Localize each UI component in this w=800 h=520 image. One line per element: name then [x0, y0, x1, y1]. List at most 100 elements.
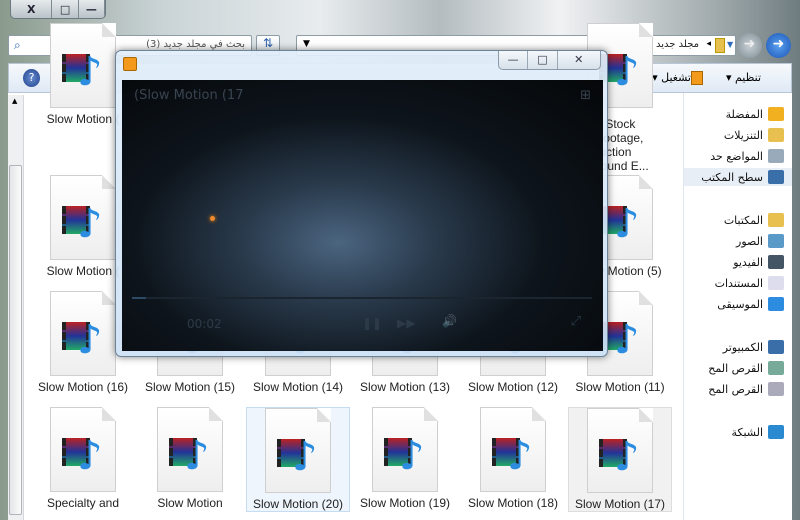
elapsed-time: 00:02	[187, 317, 222, 331]
nav-item[interactable]: الموسيقى	[684, 295, 784, 313]
libraries-icon	[768, 213, 784, 227]
switch-to-library-icon[interactable]: ⊞	[580, 88, 591, 103]
file-label: Slow Motion (19)	[359, 496, 451, 510]
file-label: Slow Motion (17)	[574, 497, 666, 511]
nav-item-label: الفيديو	[733, 255, 763, 269]
file-label: Slow Motion (14)	[252, 380, 344, 394]
file-label: Slow Motion (16)	[37, 380, 129, 394]
minimize-button[interactable]: —	[79, 0, 105, 18]
nav-item[interactable]: الكمبيوتر	[684, 338, 784, 356]
vertical-scrollbar[interactable]: ▲	[8, 95, 24, 520]
forward-button[interactable]: ➜	[737, 33, 762, 58]
music-note-icon: ♪	[399, 433, 425, 479]
maximize-button[interactable]: □	[52, 0, 79, 18]
nav-item[interactable]: الشبكة	[684, 423, 784, 441]
play-icon	[691, 71, 703, 85]
media-player-window: — □ ✕ (Slow Motion (17 ⊞ 00:02 ❚❚ ▶▶ 🔊 ⤢	[115, 50, 608, 357]
video-file-icon: ♪	[50, 407, 116, 492]
nav-item-label: المكتبات	[723, 213, 763, 227]
video-file-icon: ♪	[50, 175, 116, 260]
file-label: Slow Motion (20)	[252, 497, 344, 511]
music-note-icon: ♪	[77, 317, 103, 363]
player-maximize-button[interactable]: □	[528, 51, 558, 69]
seek-progress	[132, 297, 146, 299]
breadcrumb-separator[interactable]: ◂	[706, 39, 711, 49]
file-item[interactable]: ♪ Specialty and	[31, 407, 135, 510]
nav-item[interactable]: القرص المح	[684, 359, 784, 377]
documents-icon	[768, 276, 784, 290]
volume-icon[interactable]: 🔊	[442, 314, 457, 328]
video-file-icon: ♪	[372, 407, 438, 492]
nav-item-label: الشبكة	[731, 425, 763, 439]
scroll-up-arrow[interactable]: ▲	[12, 97, 17, 105]
nav-item-label: القرص المح	[708, 361, 763, 375]
nav-item-label: الموسيقى	[717, 297, 763, 311]
nav-item[interactable]: المستندات	[684, 274, 784, 292]
music-note-icon: ♪	[292, 434, 318, 480]
file-label: Slow Motion (18)	[467, 496, 559, 510]
file-item[interactable]: ♪ Slow Motion (20)	[246, 407, 350, 512]
music-note-icon: ♪	[77, 49, 103, 95]
video-file-icon: ♪	[587, 408, 653, 493]
pictures-icon	[768, 234, 784, 248]
desktop-icon	[768, 170, 784, 184]
music-note-icon: ♪	[184, 433, 210, 479]
back-button[interactable]: ➜	[766, 33, 791, 58]
nav-item[interactable]: التنزيلات	[684, 126, 784, 144]
search-icon: ⌕	[14, 38, 21, 52]
nav-item-label: المواضع حد	[710, 149, 763, 163]
music-note-icon: ♪	[507, 433, 533, 479]
drive-icon	[768, 382, 784, 396]
music-note-icon: ♪	[77, 201, 103, 247]
video-file-icon: ♪	[265, 408, 331, 493]
file-item[interactable]: ♪ Slow Motion (18)	[461, 407, 565, 510]
nav-item[interactable]: الفيديو	[684, 253, 784, 271]
star-icon	[768, 107, 784, 121]
file-item[interactable]: ♪ Slow Motion (19)	[353, 407, 457, 510]
seek-bar[interactable]	[132, 297, 592, 299]
fullscreen-button[interactable]: ⤢	[571, 314, 581, 329]
caption-buttons: X □ —	[10, 0, 106, 19]
music-note-icon: ♪	[614, 317, 640, 363]
address-history-dropdown[interactable]: ▼	[303, 39, 310, 49]
recent-places-icon	[768, 149, 784, 163]
pause-button[interactable]: ❚❚	[362, 316, 382, 330]
video-file-icon: ♪	[480, 407, 546, 492]
file-label: Slow Motion (11)	[575, 380, 665, 394]
folder-icon	[715, 38, 725, 53]
recent-pages-dropdown[interactable]: ▼	[727, 40, 733, 49]
video-icon	[768, 255, 784, 269]
close-button[interactable]: X	[11, 0, 53, 18]
file-label: Slow Motion (13)	[359, 380, 451, 394]
file-label: Slow Motion	[157, 496, 223, 510]
nav-item-label: الكمبيوتر	[722, 340, 763, 354]
file-item[interactable]: ♪ Slow Motion (17)	[568, 407, 672, 512]
video-file-icon: ♪	[157, 407, 223, 492]
file-item[interactable]: ♪ Slow Motion	[138, 407, 242, 510]
music-note-icon: ♪	[614, 49, 640, 95]
nav-item[interactable]: القرص المح	[684, 380, 784, 398]
media-player-icon	[123, 57, 137, 71]
video-area[interactable]: (Slow Motion (17 ⊞ 00:02 ❚❚ ▶▶ 🔊 ⤢	[122, 80, 603, 351]
music-note-icon: ♪	[614, 434, 640, 480]
spark	[210, 216, 215, 221]
nav-item[interactable]: المكتبات	[684, 211, 784, 229]
music-note-icon: ♪	[614, 201, 640, 247]
nav-item[interactable]: المفضلة	[684, 105, 784, 123]
scrollbar-thumb[interactable]	[9, 165, 22, 515]
video-file-icon: ♪	[50, 23, 116, 108]
next-button[interactable]: ▶▶	[397, 316, 415, 330]
nav-item-label: القرص المح	[708, 382, 763, 396]
nav-item[interactable]: الصور	[684, 232, 784, 250]
nav-item-label: التنزيلات	[723, 128, 763, 142]
player-minimize-button[interactable]: —	[499, 51, 529, 69]
nav-item-label: سطح المكتب	[701, 170, 763, 184]
player-close-button[interactable]: ✕	[558, 51, 600, 69]
nav-item-label: المستندات	[714, 276, 763, 290]
video-file-icon: ♪	[50, 291, 116, 376]
organize-menu[interactable]: تنظيم ▾	[726, 71, 761, 84]
nav-item[interactable]: المواضع حد	[684, 147, 784, 165]
nav-item[interactable]: سطح المكتب	[684, 168, 792, 186]
network-icon	[768, 425, 784, 439]
file-label: Slow Motion (15)	[144, 380, 236, 394]
